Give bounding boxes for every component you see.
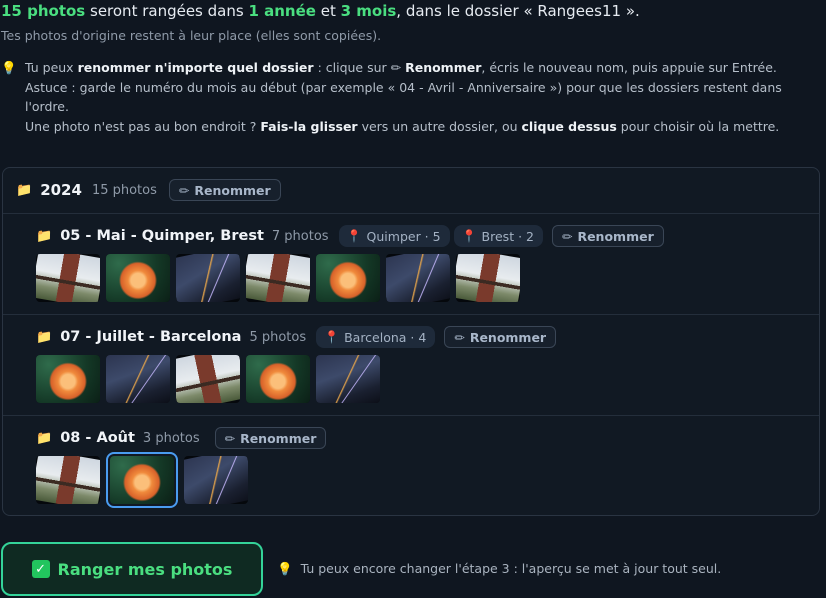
photo-thumbnail[interactable]: [386, 254, 450, 302]
photo-thumbnail[interactable]: [456, 254, 520, 302]
month-header: 📁 08 - Août 3 photos ✏ Renommer: [36, 426, 327, 450]
flower-photo: [316, 254, 380, 302]
rename-month-button[interactable]: ✏ Renommer: [214, 427, 327, 449]
folder-icon: 📁: [36, 228, 53, 244]
photo-thumbnail[interactable]: [316, 254, 380, 302]
organize-photos-button[interactable]: ✓ Ranger mes photos: [1, 542, 263, 596]
pin-icon: 📍: [324, 330, 340, 344]
lightbulb-icon: 💡: [277, 561, 293, 576]
preview-panel: 📁 2024 15 photos ✏ Renommer 📁 05 - Mai - …: [2, 167, 820, 516]
summary-line: 15 photos seront rangées dans 1 année et…: [1, 2, 640, 20]
pencil-icon: ✏: [454, 329, 465, 345]
pagoda-photo: [36, 254, 100, 302]
pagoda-photo: [36, 456, 100, 504]
month-title: 07 - Juillet - Barcelona: [60, 329, 242, 345]
month-title: 08 - Août: [60, 430, 135, 446]
pagoda-photo: [176, 355, 240, 403]
photo-thumbnail[interactable]: [36, 254, 100, 302]
place-chip: 📍 Quimper · 5: [338, 225, 450, 247]
photo-thumbnail[interactable]: [106, 254, 170, 302]
night-photo: [316, 355, 380, 403]
summary-text-2: et: [315, 2, 341, 20]
month-count: 3 mois: [340, 2, 397, 20]
pagoda-photo: [456, 254, 520, 302]
photo-thumbnail[interactable]: [246, 355, 310, 403]
pin-icon: 📍: [461, 229, 477, 243]
photo-strip: [36, 254, 520, 302]
year-count: 1 année: [248, 2, 316, 20]
tip-rename: Tu peux renommer n'importe quel dossier …: [25, 60, 782, 115]
folder-icon: 📁: [36, 430, 53, 446]
photo-thumbnail[interactable]: [176, 355, 240, 403]
rename-year-button[interactable]: ✏ Renommer: [168, 179, 281, 201]
flower-photo: [36, 355, 100, 403]
month-folder[interactable]: 📁 08 - Août 3 photos ✏ Renommer: [3, 415, 819, 515]
pencil-icon: ✏: [224, 430, 236, 446]
rename-month-button[interactable]: ✏ Renommer: [444, 326, 557, 348]
live-preview-hint: 💡 Tu peux encore changer l'étape 3 : l'ap…: [277, 561, 722, 576]
flower-photo: [246, 355, 310, 403]
month-header: 📁 05 - Mai - Quimper, Brest 7 photos 📍 Qu…: [36, 224, 664, 248]
pagoda-photo: [246, 254, 310, 302]
month-folder[interactable]: 📁 07 - Juillet - Barcelona 5 photos 📍 Bar…: [3, 314, 819, 415]
photo-thumbnail[interactable]: [184, 456, 248, 504]
night-photo: [386, 254, 450, 302]
photo-thumbnail[interactable]: [246, 254, 310, 302]
photo-thumbnail[interactable]: [36, 355, 100, 403]
month-header: 📁 07 - Juillet - Barcelona 5 photos 📍 Bar…: [36, 325, 557, 349]
month-photo-count: 7 photos: [271, 228, 329, 244]
folder-icon: 📁: [16, 182, 33, 198]
pin-icon: 📍: [346, 229, 362, 243]
pencil-icon: ✏: [561, 228, 573, 244]
place-chip: 📍 Brest · 2: [453, 225, 543, 247]
tips-text: Tu peux renommer n'importe quel dossier …: [25, 58, 809, 137]
pencil-icon: ✏: [178, 182, 190, 198]
rename-month-button[interactable]: ✏ Renommer: [551, 225, 664, 247]
photo-count: 15 photos: [1, 2, 86, 20]
photo-thumbnail[interactable]: [36, 456, 100, 504]
tip-move: Une photo n'est pas au bon endroit ? Fai…: [25, 119, 780, 135]
folder-icon: 📁: [36, 329, 53, 345]
night-photo: [176, 254, 240, 302]
year-title: 2024: [40, 181, 82, 199]
year-header: 📁 2024 15 photos ✏ Renommer: [16, 178, 281, 202]
month-photo-count: 5 photos: [249, 329, 307, 345]
month-folder[interactable]: 📁 05 - Mai - Quimper, Brest 7 photos 📍 Qu…: [3, 213, 819, 314]
check-icon: ✓: [31, 560, 50, 578]
flower-photo: [110, 456, 174, 504]
summary-text-1: seront rangées dans: [85, 2, 249, 20]
summary-text-3: , dans le dossier « Rangees11 ».: [396, 2, 640, 20]
month-title: 05 - Mai - Quimper, Brest: [60, 228, 264, 244]
photo-thumbnail[interactable]: [106, 452, 178, 508]
lightbulb-icon: 💡: [1, 60, 17, 75]
originals-note: Tes photos d'origine restent à leur plac…: [1, 28, 382, 43]
tips-box: 💡 Tu peux renommer n'importe quel dossie…: [1, 58, 809, 137]
flower-photo: [106, 254, 170, 302]
photo-thumbnail[interactable]: [316, 355, 380, 403]
night-photo: [106, 355, 170, 403]
photo-strip: [36, 452, 248, 508]
month-photo-count: 3 photos: [142, 430, 200, 446]
night-photo: [184, 456, 248, 504]
place-chip: 📍 Barcelona · 4: [316, 326, 436, 348]
photo-thumbnail[interactable]: [176, 254, 240, 302]
photo-thumbnail[interactable]: [106, 355, 170, 403]
photo-strip: [36, 355, 380, 403]
year-photo-count: 15 photos: [91, 182, 157, 198]
